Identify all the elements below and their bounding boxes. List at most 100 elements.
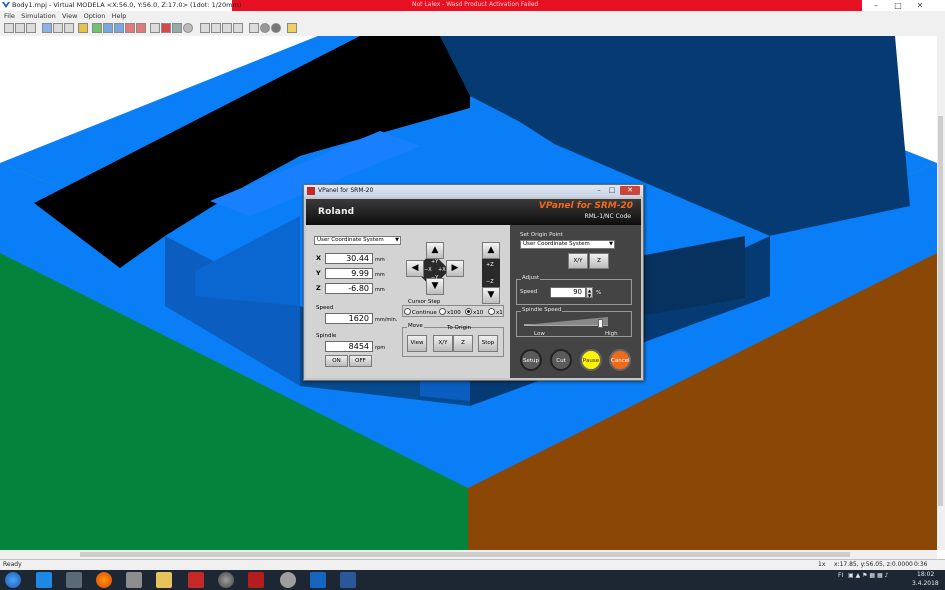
- y-position-field: 9.99: [325, 268, 373, 279]
- tray-icons[interactable]: ▣ ▲ ⚑ ▦ ▦ ♪: [848, 572, 888, 579]
- speed-field: 1620: [325, 313, 373, 324]
- utility-icon[interactable]: [280, 572, 296, 588]
- tool-icon[interactable]: [103, 23, 113, 33]
- move-stop-button[interactable]: Stop: [478, 335, 498, 352]
- set-origin-xy-button[interactable]: X/Y: [568, 253, 588, 269]
- jog-z-down-button[interactable]: ▼: [482, 287, 500, 304]
- z-axis-label: Z: [316, 284, 321, 292]
- vpanel-maximize-icon[interactable]: □: [606, 186, 618, 195]
- explorer-icon[interactable]: [156, 572, 172, 588]
- menu-help[interactable]: Help: [112, 11, 127, 21]
- cancel-button[interactable]: Cancel: [609, 349, 631, 371]
- spindle-off-button[interactable]: OFF: [349, 355, 372, 367]
- origin-system-select[interactable]: User Coordinate System ▼: [520, 240, 615, 249]
- virtual-modela-icon[interactable]: [310, 572, 326, 588]
- front-view-icon[interactable]: [249, 23, 259, 33]
- media-player-icon[interactable]: [66, 572, 82, 588]
- curve-icon[interactable]: [114, 23, 124, 33]
- jog-plus-z-label: +Z: [486, 262, 494, 268]
- solid-icon[interactable]: [260, 23, 270, 33]
- close-icon[interactable]: ✕: [909, 0, 931, 11]
- disc-icon[interactable]: [218, 572, 234, 588]
- view-icon[interactable]: [172, 23, 182, 33]
- word-icon[interactable]: [340, 572, 356, 588]
- menu-view[interactable]: View: [62, 11, 77, 21]
- firefox-icon[interactable]: [96, 572, 112, 588]
- start-icon[interactable]: [5, 572, 21, 588]
- horizontal-scrollbar[interactable]: [0, 550, 937, 559]
- jog-right-button[interactable]: ▶: [446, 260, 464, 277]
- adjust-speed-field[interactable]: 90: [550, 287, 586, 298]
- speed-icon[interactable]: [136, 23, 146, 33]
- maximize-icon[interactable]: □: [887, 0, 909, 11]
- shade-icon[interactable]: [271, 23, 281, 33]
- copy-icon[interactable]: [64, 23, 74, 33]
- date[interactable]: 3.4.2018: [912, 580, 939, 587]
- stock-icon[interactable]: [78, 23, 88, 33]
- menu-file[interactable]: File: [4, 11, 15, 21]
- step-x10-radio[interactable]: x10: [465, 308, 483, 316]
- open-file-icon[interactable]: [15, 23, 25, 33]
- sphere-icon[interactable]: [183, 23, 193, 33]
- horizontal-scroll-thumb[interactable]: [80, 552, 850, 557]
- cursor-step-label: Cursor Step: [408, 299, 441, 305]
- step-x10-label: x10: [473, 310, 484, 316]
- grid-icon[interactable]: [150, 23, 160, 33]
- step-continue-radio[interactable]: Continue: [404, 308, 437, 316]
- status-bar: Ready 1x x:17.85, y:56.05, z:0.0000 0:36: [0, 559, 945, 570]
- zoom-icon[interactable]: [222, 23, 232, 33]
- new-file-icon[interactable]: [4, 23, 14, 33]
- speed-unit: mm/min.: [375, 317, 398, 323]
- jog-up-button[interactable]: ▲: [426, 242, 444, 259]
- move-view-button[interactable]: View: [407, 335, 427, 352]
- ie-icon[interactable]: [36, 572, 52, 588]
- move-label: Move: [407, 323, 424, 329]
- step-x1-radio[interactable]: x1: [488, 308, 503, 316]
- adjust-speed-spinner[interactable]: ▲ ▼: [586, 287, 593, 298]
- pdf-reader-icon[interactable]: [188, 572, 204, 588]
- menu-simulation[interactable]: Simulation: [21, 11, 56, 21]
- spindle-speed-slider[interactable]: [597, 319, 603, 328]
- spindle-field: 8454: [325, 341, 373, 352]
- pause-button[interactable]: Pause: [580, 349, 602, 371]
- move-xy-origin-button[interactable]: X/Y: [433, 335, 453, 352]
- jog-left-button[interactable]: ◀: [406, 260, 424, 277]
- taskbar: FI ▣ ▲ ⚑ ▦ ▦ ♪ 18:02 3.4.2018: [0, 570, 945, 590]
- language-indicator[interactable]: FI: [838, 572, 843, 579]
- move-z-origin-button[interactable]: Z: [453, 335, 473, 352]
- coordinate-system-select[interactable]: User Coordinate System ▼: [314, 236, 401, 245]
- step-x100-radio[interactable]: x100: [439, 308, 461, 316]
- modela-player-icon[interactable]: [248, 572, 264, 588]
- pan-icon[interactable]: [211, 23, 221, 33]
- vpanel-close-icon[interactable]: ✕: [620, 186, 640, 195]
- stop-icon[interactable]: [161, 23, 171, 33]
- clock[interactable]: 18:02: [917, 571, 934, 578]
- menu-option[interactable]: Option: [84, 11, 106, 21]
- adjust-speed-label: Speed: [520, 289, 538, 295]
- cursor-step-group: Cursor Step Continue x100 x10 x1: [402, 299, 504, 317]
- jog-minus-x-label: −X: [424, 267, 432, 273]
- setup-button[interactable]: Setup: [520, 349, 542, 371]
- jog-plus-y-label: +Y: [431, 259, 439, 265]
- spindle-on-button[interactable]: ON: [325, 355, 348, 367]
- print-icon[interactable]: [53, 23, 63, 33]
- vpanel-minimize-icon[interactable]: –: [593, 186, 605, 195]
- feed-icon[interactable]: [125, 23, 135, 33]
- roland-logo: Roland: [318, 207, 355, 217]
- radio-icon: [439, 308, 446, 315]
- path-icon[interactable]: [92, 23, 102, 33]
- jog-z-up-button[interactable]: ▲: [482, 242, 500, 259]
- jog-plus-x-label: +X: [438, 267, 446, 273]
- save-icon[interactable]: [26, 23, 36, 33]
- vertical-scroll-thumb[interactable]: [938, 116, 943, 506]
- fit-icon[interactable]: [233, 23, 243, 33]
- calculator-icon[interactable]: [126, 572, 142, 588]
- chevron-down-icon: ▼: [609, 241, 613, 247]
- rotate-icon[interactable]: [200, 23, 210, 33]
- undo-icon[interactable]: [42, 23, 52, 33]
- set-origin-z-button[interactable]: Z: [589, 253, 609, 269]
- minimize-icon[interactable]: –: [865, 0, 887, 11]
- cut-button[interactable]: Cut: [550, 349, 572, 371]
- vertical-scrollbar[interactable]: [937, 36, 945, 550]
- help-icon[interactable]: [287, 23, 297, 33]
